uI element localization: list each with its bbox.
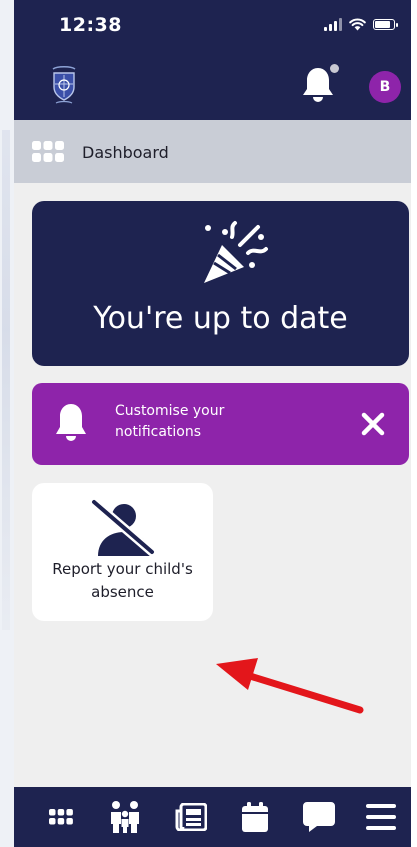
nav-family[interactable] <box>100 787 150 847</box>
menu-icon <box>366 804 396 830</box>
top-bar: 12:38 B <box>14 0 411 120</box>
school-crest-icon <box>52 66 76 104</box>
avatar[interactable]: B <box>369 71 401 103</box>
customise-notifications-card[interactable]: Customise your notifications <box>32 383 409 465</box>
party-popper-icon <box>204 221 268 283</box>
nav-dashboard[interactable] <box>36 787 86 847</box>
up-to-date-text: You're up to date <box>93 301 348 336</box>
right-edge-background <box>411 0 417 847</box>
signal-icon <box>324 18 342 31</box>
battery-icon <box>373 19 398 30</box>
status-icons <box>324 18 398 31</box>
breadcrumb-label: Dashboard <box>82 143 169 162</box>
close-icon[interactable] <box>360 411 386 437</box>
app-screen: 12:38 B Dashboard You're up to date Cust… <box>14 0 411 847</box>
person-off-icon <box>90 498 156 556</box>
notification-badge <box>330 64 339 73</box>
news-icon <box>175 803 207 831</box>
left-edge-background <box>0 0 14 847</box>
status-time: 12:38 <box>59 14 122 36</box>
wifi-icon <box>349 18 366 31</box>
nav-menu[interactable] <box>356 787 406 847</box>
breadcrumb <box>14 120 411 183</box>
grid-icon <box>49 809 73 825</box>
red-arrow-annotation <box>216 658 364 714</box>
bottom-navigation <box>14 787 411 847</box>
calendar-icon <box>242 802 268 832</box>
report-absence-card[interactable]: Report your child's absence <box>32 483 213 621</box>
nav-calendar[interactable] <box>230 787 280 847</box>
up-to-date-card: You're up to date <box>32 201 409 366</box>
report-absence-text: Report your child's absence <box>52 560 193 601</box>
nav-messages[interactable] <box>294 787 344 847</box>
grid-icon <box>32 141 64 162</box>
customise-notifications-text: Customise your notifications <box>115 403 225 440</box>
nav-news[interactable] <box>166 787 216 847</box>
bell-icon <box>56 404 86 441</box>
family-icon <box>111 801 139 833</box>
chat-icon <box>303 802 335 832</box>
